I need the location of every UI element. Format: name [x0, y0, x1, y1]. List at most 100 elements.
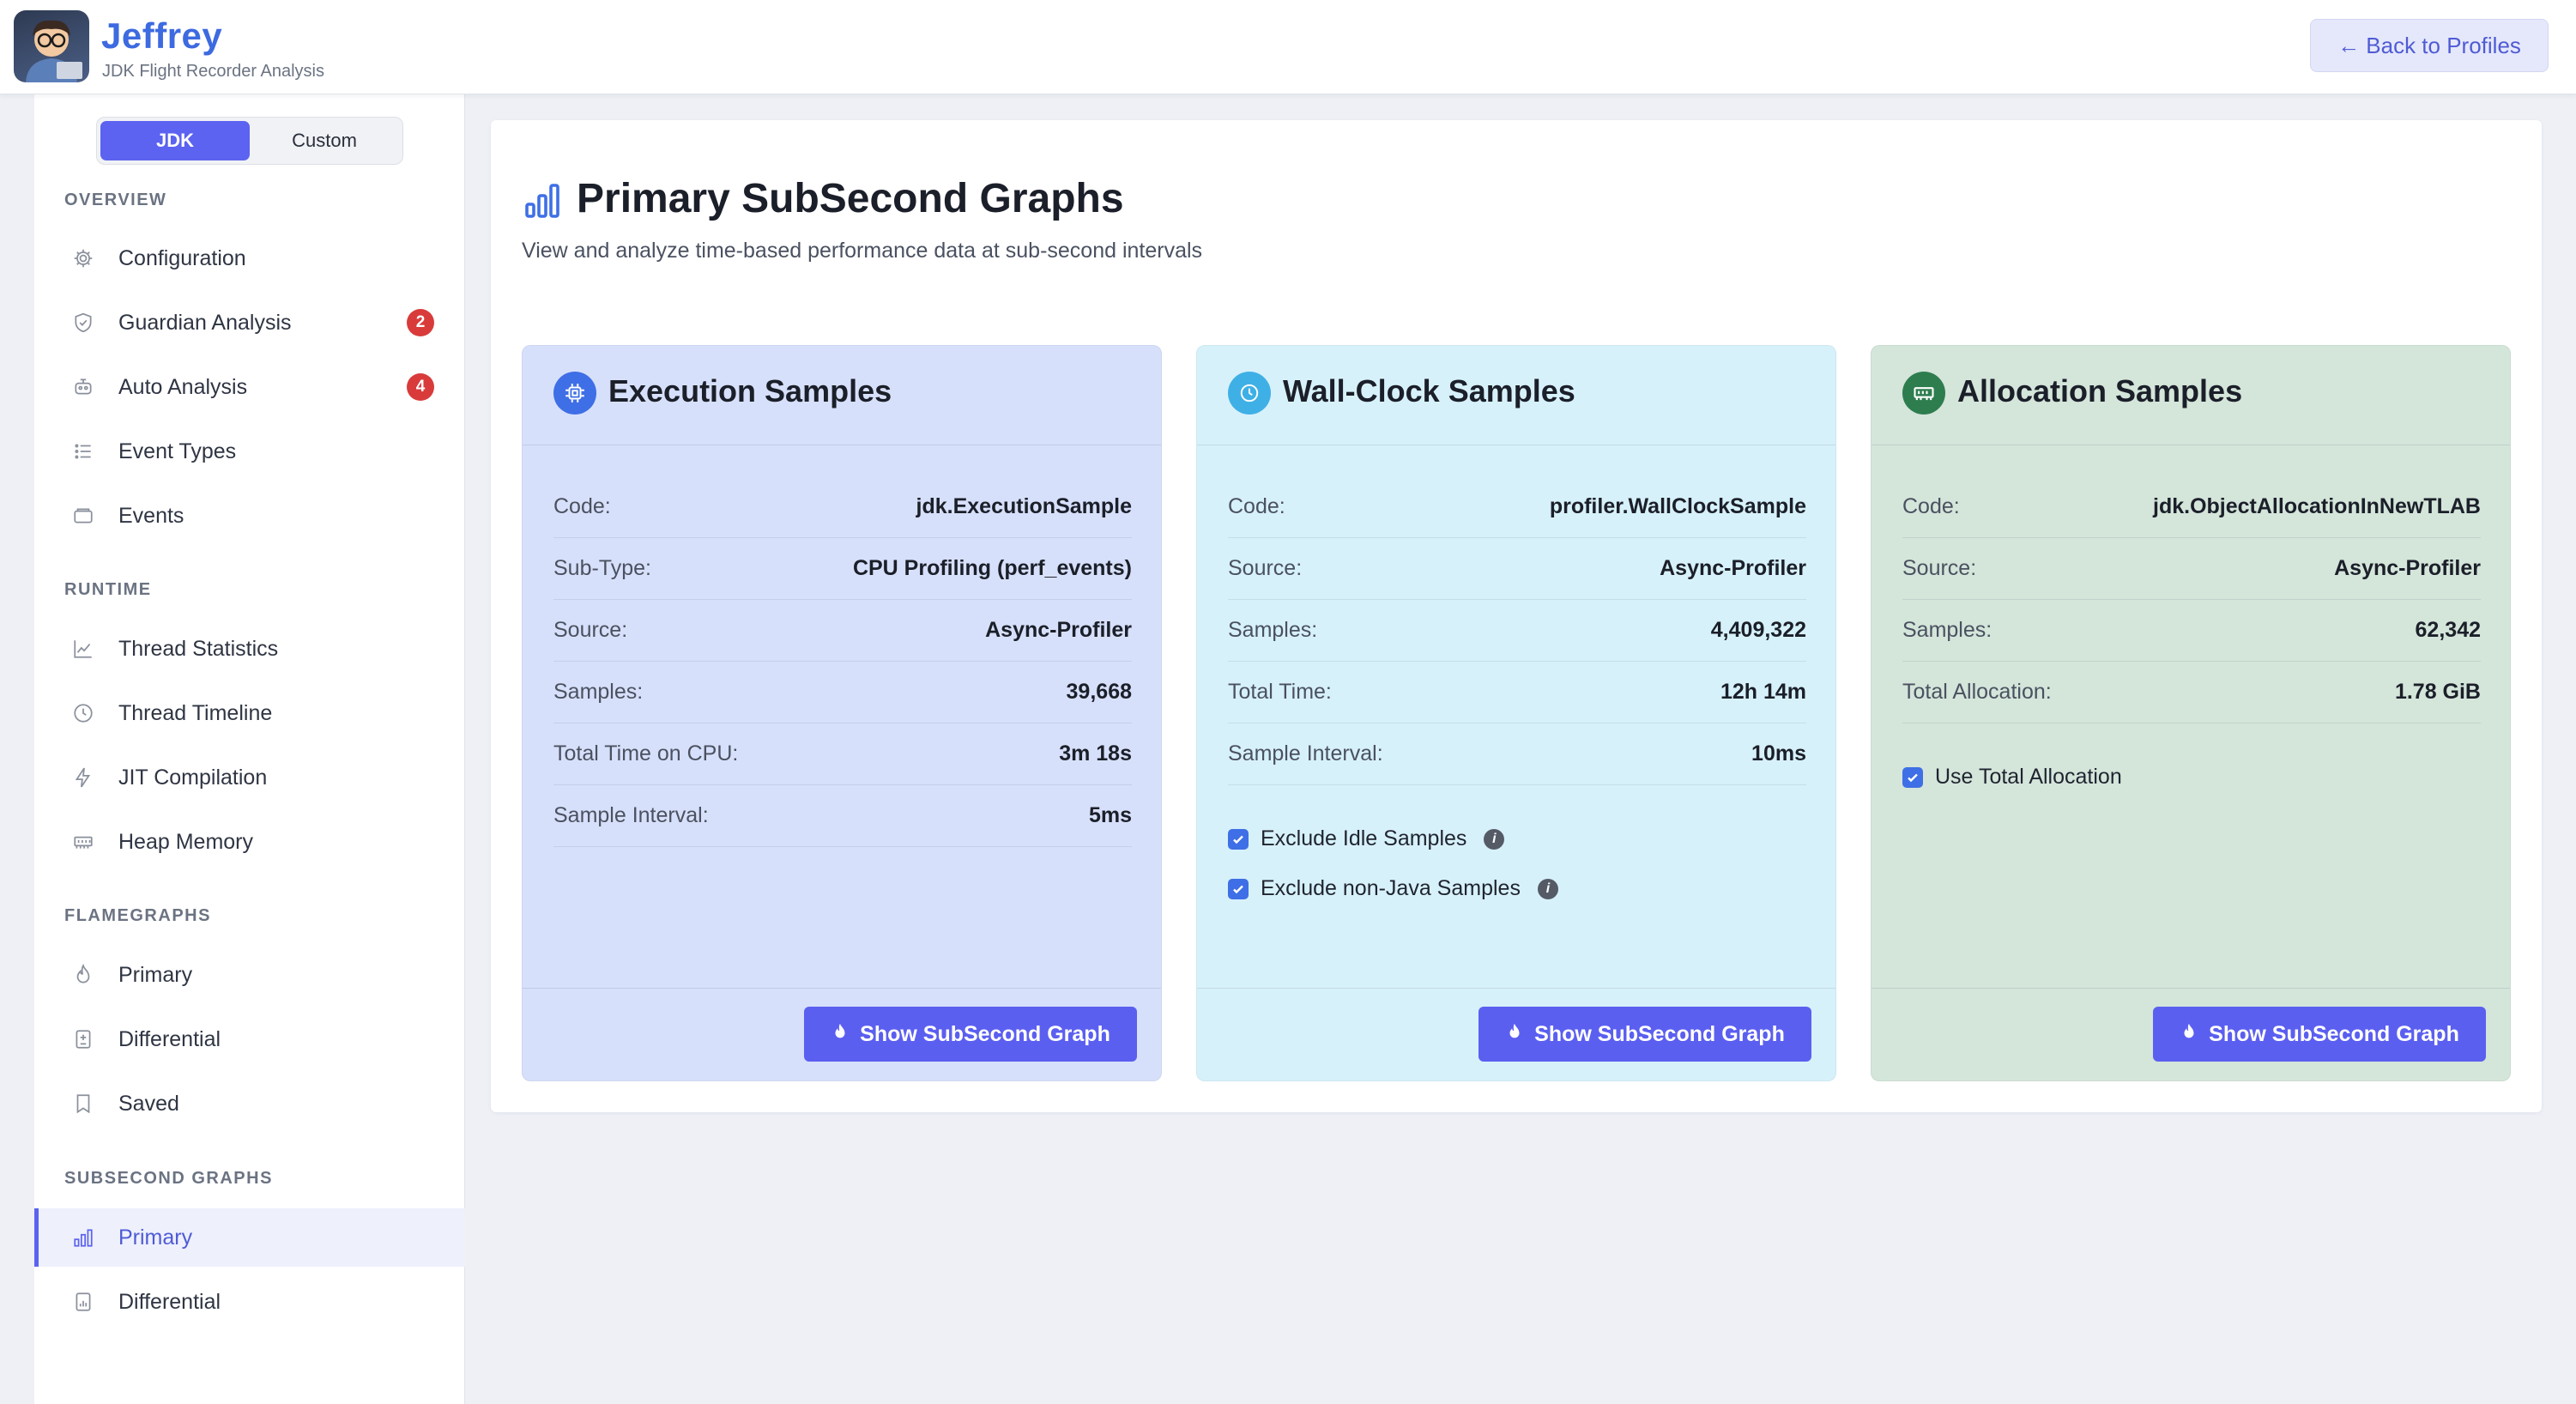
cpu-icon: [553, 372, 596, 415]
detail-row: Total Allocation: 1.78 GiB: [1902, 662, 2481, 723]
detail-row: Source: Async-Profiler: [1902, 538, 2481, 600]
use-total-allocation-checkbox[interactable]: Use Total Allocation: [1902, 765, 2122, 790]
jdk-custom-toggle: JDK Custom: [96, 117, 403, 165]
file-chart-icon: [70, 1289, 96, 1315]
card-title: Allocation Samples: [1957, 373, 2243, 408]
sidebar-item-label: Thread Timeline: [118, 700, 273, 725]
sidebar-item-label: Saved: [118, 1091, 179, 1116]
checkbox-checked-icon[interactable]: [1228, 828, 1249, 850]
sidebar-item-subsecond-differential[interactable]: Differential: [34, 1273, 465, 1331]
toggle-jdk[interactable]: JDK: [100, 121, 250, 160]
execution-samples-card: Execution Samples Code: jdk.ExecutionSamp…: [522, 345, 1162, 1081]
inbox-icon: [70, 503, 96, 529]
detail-value: 4,409,322: [1710, 618, 1806, 642]
card-header: Wall-Clock Samples: [1197, 346, 1835, 445]
brand-title: Jeffrey: [101, 15, 223, 56]
toggle-custom[interactable]: Custom: [250, 121, 399, 160]
detail-key: Code:: [553, 494, 611, 518]
card-details: Code: jdk.ObjectAllocationInNewTLAB Sourc…: [1902, 476, 2481, 723]
detail-key: Code:: [1228, 494, 1285, 518]
sidebar-item-heap-memory[interactable]: Heap Memory: [34, 813, 465, 871]
detail-value: profiler.WallClockSample: [1549, 494, 1806, 518]
sidebar-item-guardian-analysis[interactable]: Guardian Analysis 2: [34, 294, 465, 352]
sidebar-item-label: Primary: [118, 1225, 193, 1250]
file-diff-icon: [70, 1026, 96, 1052]
wall-clock-samples-card: Wall-Clock Samples Code: profiler.WallClo…: [1196, 345, 1836, 1081]
detail-key: Sub-Type:: [553, 556, 651, 580]
exclude-idle-samples-checkbox[interactable]: Exclude Idle Samples i: [1228, 826, 1505, 851]
checkbox-checked-icon[interactable]: [1228, 878, 1249, 899]
sidebar-item-event-types[interactable]: Event Types: [34, 422, 465, 481]
info-icon[interactable]: i: [1484, 828, 1505, 850]
back-to-profiles-button[interactable]: ← Back to Profiles: [2310, 19, 2549, 72]
page-subtitle: View and analyze time-based performance …: [522, 239, 1203, 263]
sidebar-item-auto-analysis[interactable]: Auto Analysis 4: [34, 358, 465, 416]
card-details: Code: profiler.WallClockSample Source: Asy…: [1228, 476, 1806, 785]
sidebar-item-label: Heap Memory: [118, 829, 253, 854]
detail-row: Samples: 4,409,322: [1228, 600, 1806, 662]
detail-key: Samples:: [553, 680, 644, 704]
checkbox-label: Exclude non-Java Samples: [1261, 876, 1521, 900]
card-header: Allocation Samples: [1872, 346, 2510, 445]
sidebar-item-label: Differential: [118, 1026, 221, 1051]
detail-value: CPU Profiling (perf_events): [852, 556, 1132, 580]
clock-icon: [1228, 372, 1271, 415]
card-header: Execution Samples: [523, 346, 1161, 445]
sidebar-item-flamegraph-primary[interactable]: Primary: [34, 946, 465, 1004]
shield-icon: [70, 310, 96, 336]
detail-key: Sample Interval:: [1228, 741, 1383, 766]
sidebar-item-subsecond-primary[interactable]: Primary: [34, 1208, 465, 1267]
brand-subtitle: JDK Flight Recorder Analysis: [102, 62, 324, 81]
show-subsecond-graph-button[interactable]: Show SubSecond Graph: [2153, 1007, 2486, 1062]
sidebar-item-flamegraph-differential[interactable]: Differential: [34, 1010, 465, 1068]
sidebar-item-label: Configuration: [118, 245, 246, 270]
sidebar-item-label: Guardian Analysis: [118, 310, 292, 335]
detail-key: Total Allocation:: [1902, 680, 2052, 704]
sidebar-item-label: Event Types: [118, 439, 237, 463]
lightning-icon: [70, 765, 96, 790]
detail-value: 5ms: [1088, 803, 1132, 827]
sidebar-item-configuration[interactable]: Configuration: [34, 229, 465, 287]
button-label: Show SubSecond Graph: [1534, 1021, 1785, 1046]
sidebar-item-thread-timeline[interactable]: Thread Timeline: [34, 684, 465, 742]
detail-row: Code: profiler.WallClockSample: [1228, 476, 1806, 538]
card-title: Execution Samples: [608, 373, 892, 408]
allocation-samples-card: Allocation Samples Code: jdk.ObjectAlloca…: [1871, 345, 2511, 1081]
show-subsecond-graph-button[interactable]: Show SubSecond Graph: [804, 1007, 1137, 1062]
sidebar-item-label: Primary: [118, 962, 193, 987]
card-footer-divider: [523, 988, 1161, 989]
auto-analysis-count-badge: 4: [407, 373, 434, 401]
card-title: Wall-Clock Samples: [1283, 373, 1575, 408]
checkbox-checked-icon[interactable]: [1902, 766, 1923, 788]
detail-key: Samples:: [1902, 618, 1992, 642]
exclude-non-java-samples-checkbox[interactable]: Exclude non-Java Samples i: [1228, 876, 1558, 901]
section-runtime: RUNTIME: [64, 580, 152, 599]
card-footer-divider: [1872, 988, 2510, 989]
detail-row: Samples: 62,342: [1902, 600, 2481, 662]
sidebar-item-thread-statistics[interactable]: Thread Statistics: [34, 620, 465, 678]
memory-icon: [70, 829, 96, 855]
fire-icon: [831, 1021, 850, 1048]
guardian-count-badge: 2: [407, 309, 434, 336]
detail-value: jdk.ObjectAllocationInNewTLAB: [2153, 494, 2481, 518]
detail-key: Total Time on CPU:: [553, 741, 739, 766]
robot-icon: [70, 374, 96, 400]
card-footer-divider: [1197, 988, 1835, 989]
info-icon[interactable]: i: [1537, 878, 1558, 899]
sidebar-item-jit-compilation[interactable]: JIT Compilation: [34, 748, 465, 807]
show-subsecond-graph-button[interactable]: Show SubSecond Graph: [1478, 1007, 1811, 1062]
clock-icon: [70, 700, 96, 726]
detail-row: Code: jdk.ObjectAllocationInNewTLAB: [1902, 476, 2481, 538]
detail-key: Total Time:: [1228, 680, 1332, 704]
detail-value: 39,668: [1066, 680, 1132, 704]
detail-value: 10ms: [1751, 741, 1806, 766]
sidebar-item-label: Thread Statistics: [118, 636, 279, 661]
sidebar-item-label: Differential: [118, 1289, 221, 1314]
sidebar-item-events[interactable]: Events: [34, 487, 465, 545]
detail-key: Samples:: [1228, 618, 1318, 642]
sidebar-item-flamegraph-saved[interactable]: Saved: [34, 1074, 465, 1133]
list-icon: [70, 439, 96, 464]
sidebar: JDK Custom OVERVIEW Configuration Guardi…: [34, 94, 465, 1404]
detail-value: 62,342: [2415, 618, 2481, 642]
detail-key: Source:: [1228, 556, 1303, 580]
